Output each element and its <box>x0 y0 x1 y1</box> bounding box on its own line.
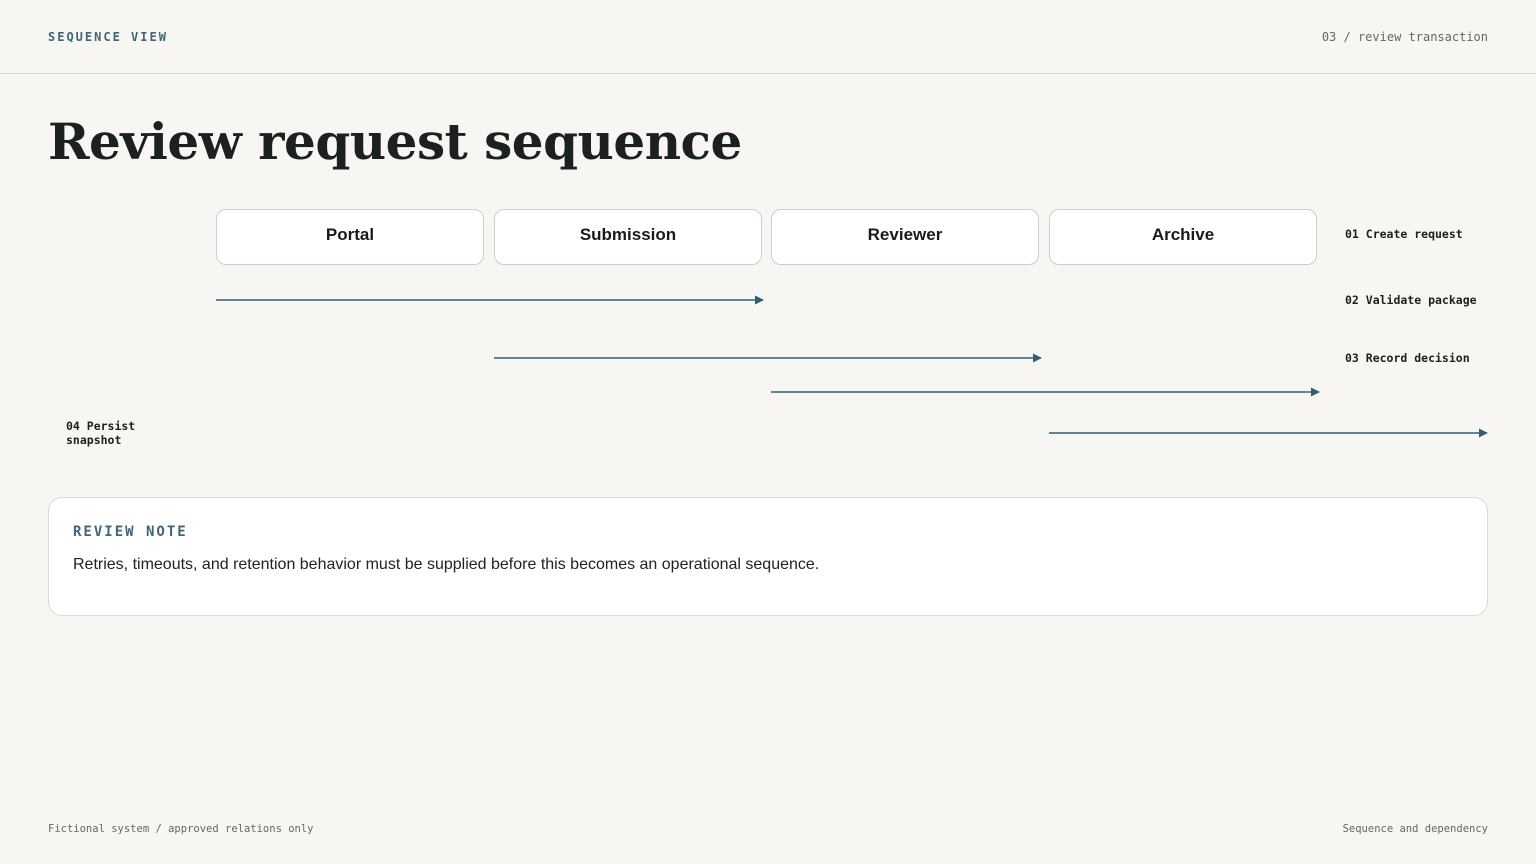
review-note-card: REVIEW NOTE Retries, timeouts, and reten… <box>48 497 1488 616</box>
step-label-2: 02 Validate package <box>1345 293 1477 307</box>
step-label-4: 04 Persist snapshot <box>66 419 136 447</box>
footer-disclaimer: Fictional system / approved relations on… <box>48 823 314 835</box>
step-label-3: 03 Record decision <box>1345 351 1470 365</box>
sequence-view-page: SEQUENCE VIEW 03 / review transaction Re… <box>0 0 1536 864</box>
review-note-body: Retries, timeouts, and retention behavio… <box>73 556 820 573</box>
sequence-arrows <box>216 295 1488 438</box>
footer-section-title: Sequence and dependency <box>1342 823 1488 835</box>
step-label-1: 01 Create request <box>1345 227 1463 241</box>
review-note-heading: REVIEW NOTE <box>73 524 188 540</box>
